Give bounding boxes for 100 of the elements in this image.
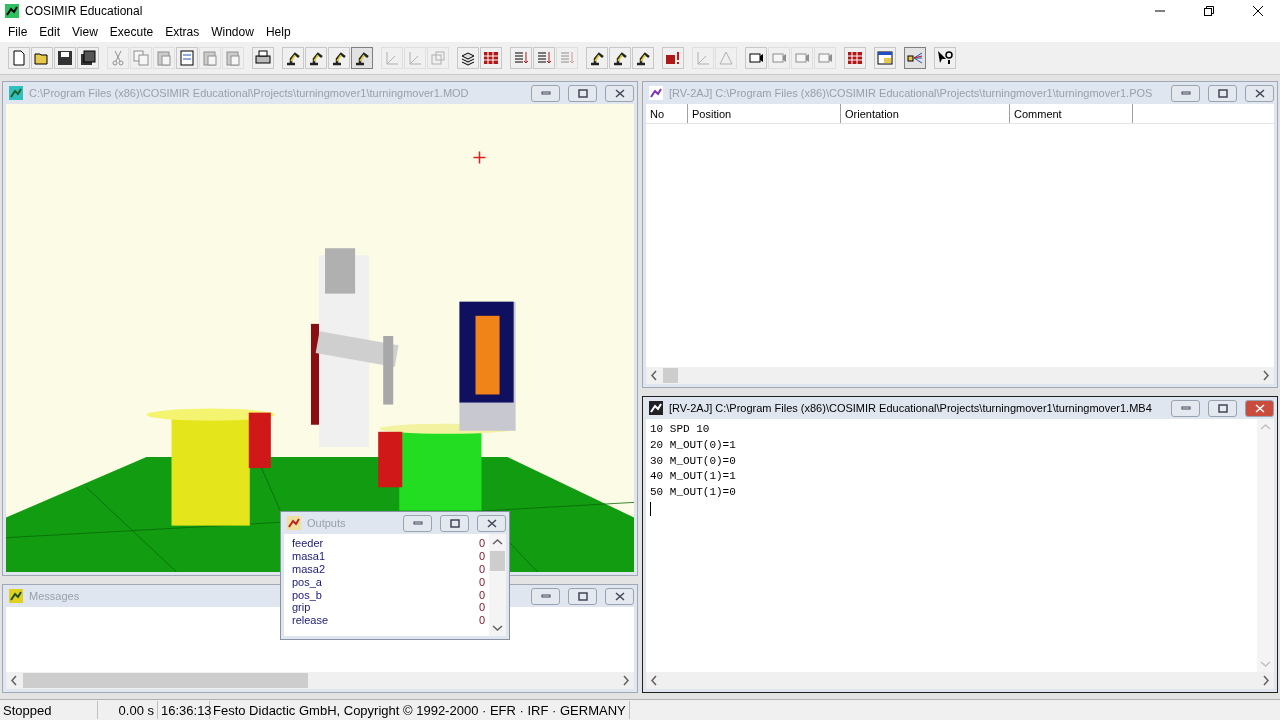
output-value: 0 <box>478 550 485 563</box>
camera-icon <box>794 50 810 66</box>
menu-item[interactable]: Window <box>205 25 260 39</box>
code-line: 10 SPD 10 <box>650 423 711 437</box>
frame-icon <box>430 50 446 66</box>
column-header[interactable]: Comment <box>1010 104 1133 123</box>
robot-arm-icon <box>285 50 301 66</box>
scrollbar-thumb[interactable] <box>490 551 505 571</box>
minimize-button[interactable] <box>531 84 560 102</box>
camera-icon <box>771 50 787 66</box>
document-icon <box>179 50 195 66</box>
list-icon <box>536 50 552 66</box>
app-title: COSIMIR Educational <box>25 4 144 18</box>
close-icon <box>1253 6 1263 16</box>
maximize-icon <box>1217 88 1228 98</box>
close-button[interactable] <box>1245 399 1274 417</box>
text-caret <box>650 502 651 516</box>
close-button[interactable] <box>605 84 634 102</box>
output-value: 0 <box>478 575 485 588</box>
toolbar-button[interactable] <box>745 47 767 69</box>
output-name: grip <box>292 601 311 614</box>
copyright-text: Festo Didactic GmbH, Copyright © 1992-2000 · EFR · IRF · GERMANY <box>210 701 630 719</box>
stack-icon <box>460 50 476 66</box>
save-all-icon <box>80 50 96 66</box>
copy-icon <box>133 50 149 66</box>
scrollbar-thumb[interactable] <box>663 368 678 383</box>
new-file-icon <box>11 50 27 66</box>
toolbar-button[interactable] <box>609 47 631 69</box>
close-icon <box>614 88 625 98</box>
output-value: 0 <box>478 588 485 601</box>
minimize-icon <box>412 520 423 526</box>
close-icon <box>486 518 497 528</box>
paste-icon <box>225 50 241 66</box>
grid-icon <box>847 50 863 66</box>
toolbar-button[interactable] <box>480 47 502 69</box>
column-header[interactable]: No <box>646 104 688 123</box>
camera-icon <box>748 50 764 66</box>
toolbar-button[interactable] <box>77 47 99 69</box>
close-icon <box>614 591 625 601</box>
toolbar-button[interactable] <box>252 47 274 69</box>
robot-arm-icon <box>589 50 605 66</box>
menu-item[interactable]: Edit <box>33 25 67 39</box>
window-title: Outputs <box>307 517 346 529</box>
output-value: 0 <box>478 601 485 614</box>
toolbar-button[interactable] <box>934 47 956 69</box>
maximize-button[interactable] <box>440 514 469 532</box>
menu-item[interactable]: Execute <box>103 25 160 39</box>
maximize-button[interactable] <box>1208 84 1237 102</box>
toolbar-button[interactable] <box>305 47 327 69</box>
minimize-button[interactable] <box>403 514 432 532</box>
toolbar-button[interactable] <box>351 47 373 69</box>
minimize-button[interactable] <box>1171 399 1200 417</box>
minimize-icon <box>540 593 551 599</box>
robot-arm-icon <box>354 50 370 66</box>
minimize-button[interactable] <box>531 587 560 605</box>
list-icon <box>513 50 529 66</box>
save-icon <box>57 50 73 66</box>
scrollbar-thumb[interactable] <box>23 673 309 688</box>
menu-item[interactable]: View <box>66 25 104 39</box>
elapsed-time: 0.00 s <box>98 701 158 719</box>
axes-icon <box>384 50 400 66</box>
robot-arm-icon <box>612 50 628 66</box>
output-name: pos_a <box>292 575 322 588</box>
status-text: Stopped <box>0 701 98 719</box>
output-name: pos_b <box>292 588 322 601</box>
program-icon <box>648 400 664 416</box>
code-line: 50 M_OUT(1)=0 <box>650 486 737 501</box>
messages-icon <box>8 588 24 604</box>
output-name: masa1 <box>292 550 326 563</box>
close-button[interactable] <box>477 514 506 532</box>
window-title: Messages <box>29 590 80 602</box>
camera-icon <box>817 50 833 66</box>
toolbar-button[interactable] <box>586 47 608 69</box>
toolbar-button[interactable] <box>662 47 684 69</box>
minimize-button[interactable] <box>1171 84 1200 102</box>
toolbar-button[interactable] <box>632 47 654 69</box>
column-header[interactable]: Orientation <box>841 104 1010 123</box>
window-title: [RV-2AJ] C:\Program Files (x86)\COSIMIR Educational\Projects\turningmover1\turningmover1.POS <box>669 87 1153 99</box>
toolbar-button[interactable] <box>54 47 76 69</box>
close-icon <box>1254 88 1265 98</box>
toolbar-button[interactable] <box>457 47 479 69</box>
toolbar-button[interactable] <box>844 47 866 69</box>
output-value: 0 <box>478 563 485 575</box>
output-name: masa2 <box>292 563 326 575</box>
menu-item[interactable]: File <box>2 25 34 39</box>
code-line: 20 M_OUT(0)=1 <box>650 438 737 453</box>
signal-icon <box>907 50 923 66</box>
maximize-button[interactable] <box>568 587 597 605</box>
toolbar-button[interactable] <box>282 47 304 69</box>
maximize-button[interactable] <box>568 84 597 102</box>
toolbar-button[interactable] <box>328 47 350 69</box>
close-button[interactable] <box>605 587 634 605</box>
code-line: 30 M_OUT(0)=0 <box>650 454 737 469</box>
toolbar-button[interactable] <box>874 47 896 69</box>
menu-item[interactable]: Help <box>259 25 297 39</box>
column-header[interactable]: Position <box>688 104 841 123</box>
menu-item[interactable]: Extras <box>159 25 206 39</box>
maximize-button[interactable] <box>1208 399 1237 417</box>
close-button[interactable] <box>1245 84 1274 102</box>
output-value: 0 <box>478 614 485 627</box>
